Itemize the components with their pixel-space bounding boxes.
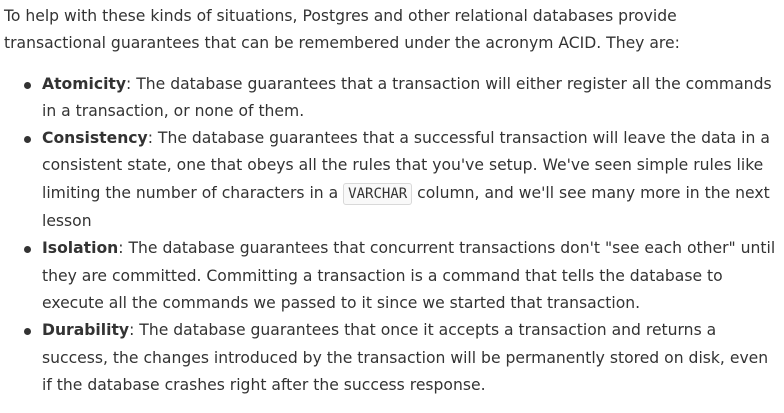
list-item-atomicity: Atomicity: The database guarantees that …	[24, 71, 778, 126]
document-body: To help with these kinds of situations, …	[0, 0, 778, 399]
term-durability: Durability	[42, 321, 130, 340]
list-item-isolation: Isolation: The database guarantees that …	[24, 235, 778, 317]
list-item-durability: Durability: The database guarantees that…	[24, 317, 778, 399]
description-isolation: : The database guarantees that concurren…	[42, 239, 776, 312]
description-durability: : The database guarantees that once it a…	[42, 321, 769, 394]
acid-list: Atomicity: The database guarantees that …	[4, 71, 778, 400]
term-consistency: Consistency	[42, 129, 148, 148]
term-isolation: Isolation	[42, 239, 119, 258]
inline-code-varchar: VARCHAR	[343, 182, 413, 205]
term-atomicity: Atomicity	[42, 74, 127, 93]
description-atomicity: : The database guarantees that a transac…	[42, 74, 772, 120]
list-item-consistency: Consistency: The database guarantees tha…	[24, 125, 778, 235]
intro-paragraph: To help with these kinds of situations, …	[4, 7, 680, 53]
